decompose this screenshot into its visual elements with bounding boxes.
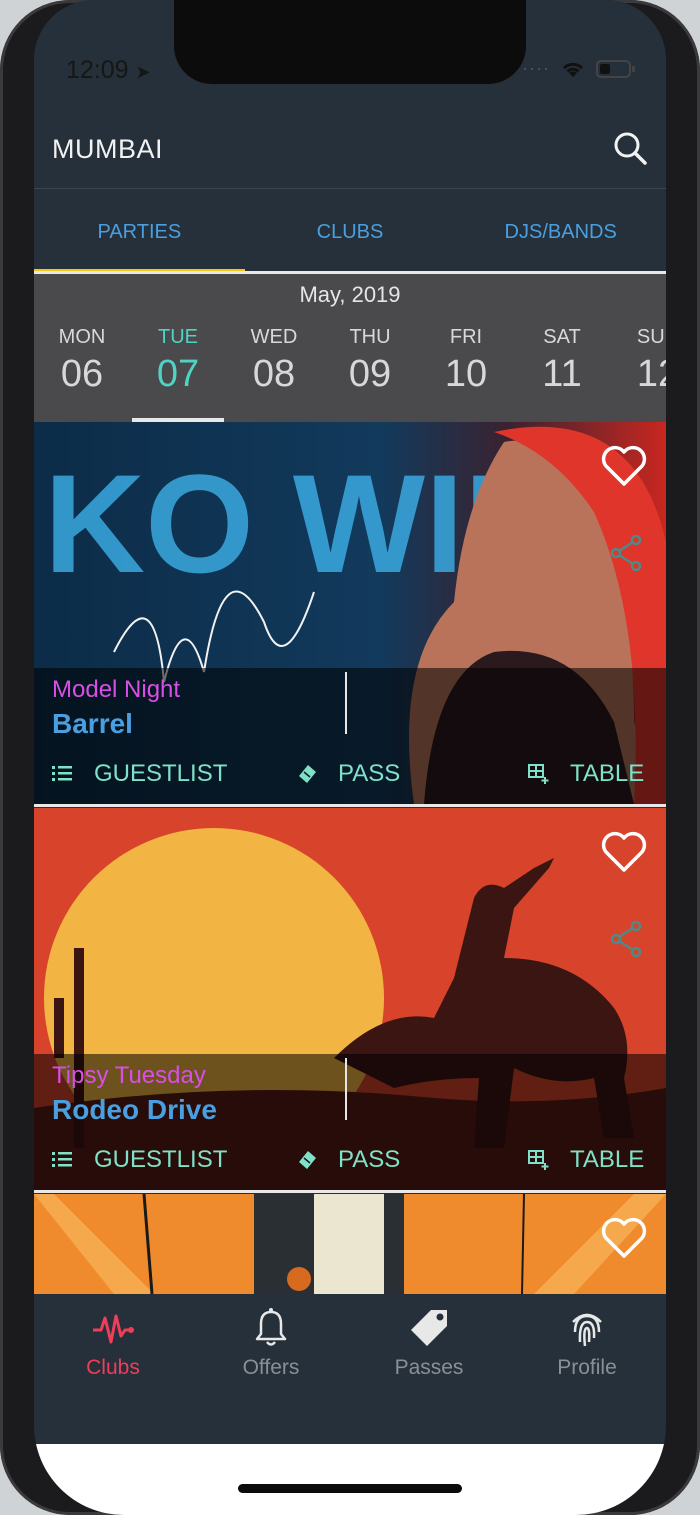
device-notch — [174, 0, 526, 84]
day-name: MON — [58, 326, 106, 348]
event-info: Model Night Barrel GUESTLIST PASS TABLE — [34, 668, 666, 804]
day-thu[interactable]: THU 09 — [322, 326, 418, 422]
nav-profile[interactable]: Profile — [508, 1294, 666, 1404]
day-sun[interactable]: SUN 12 — [610, 326, 666, 422]
signal-icon: ···· — [522, 58, 550, 78]
day-name: FRI — [449, 326, 483, 348]
ticket-icon — [299, 1151, 316, 1169]
event-card[interactable] — [34, 1194, 666, 1294]
ticket-icon — [299, 765, 316, 783]
status-time: 12:09 ➤ — [66, 56, 151, 85]
pass-label: PASS — [338, 760, 401, 787]
pulse-icon — [93, 1314, 134, 1344]
day-tue[interactable]: TUE 07 — [130, 326, 226, 422]
status-bar: 12:09 ➤ ···· — [34, 0, 666, 110]
event-poster-image — [34, 1194, 666, 1294]
app-screen: 12:09 ➤ ···· MUMBAI PARTIES CLUBS DJS/BA… — [34, 0, 666, 1515]
party-name: Model Night — [52, 676, 181, 703]
battery-icon — [596, 59, 635, 78]
bell-icon — [255, 1308, 287, 1346]
club-name[interactable]: Barrel — [52, 708, 133, 740]
tag-icon — [411, 1310, 447, 1346]
pass-button[interactable]: PASS — [296, 760, 400, 788]
guestlist-label: GUESTLIST — [94, 1146, 228, 1173]
search-icon[interactable] — [610, 128, 650, 168]
event-info: Tipsy Tuesday Rodeo Drive GUESTLIST PASS… — [34, 1054, 666, 1190]
app-header: MUMBAI — [34, 110, 666, 189]
day-name: SUN — [636, 326, 666, 348]
month-label: May, 2019 — [299, 282, 401, 307]
day-number: 10 — [444, 353, 488, 395]
tab-parties[interactable]: PARTIES — [34, 189, 245, 275]
table-add-icon — [528, 764, 549, 784]
vertical-divider — [345, 1058, 347, 1120]
day-name: TUE — [158, 326, 198, 348]
day-strip: MON 06 TUE 07 WED 08 THU 09 FRI 10 SAT 1… — [34, 326, 666, 422]
heart-icon[interactable] — [600, 1216, 648, 1260]
event-actions: GUESTLIST PASS TABLE — [34, 1146, 666, 1186]
event-card[interactable]: KO WIL Model Night Barrel GUESTLIST PASS… — [34, 422, 666, 804]
card-separator — [34, 804, 666, 807]
day-number: 12 — [636, 353, 666, 395]
day-number: 06 — [60, 353, 104, 395]
category-tabs: PARTIES CLUBS DJS/BANDS — [34, 189, 666, 275]
day-number: 07 — [156, 353, 200, 395]
heart-icon[interactable] — [600, 830, 648, 874]
share-icon[interactable] — [608, 534, 644, 572]
vertical-divider — [345, 672, 347, 734]
city-title[interactable]: MUMBAI — [52, 134, 163, 165]
event-actions: GUESTLIST PASS TABLE — [34, 760, 666, 800]
table-add-icon — [528, 1150, 549, 1170]
home-indicator-area — [34, 1444, 666, 1515]
day-name: SAT — [543, 326, 581, 348]
day-name: THU — [349, 326, 391, 348]
list-icon — [52, 1152, 72, 1167]
day-number: 08 — [252, 353, 296, 395]
party-name: Tipsy Tuesday — [52, 1062, 206, 1089]
home-indicator[interactable] — [238, 1484, 462, 1493]
day-sat[interactable]: SAT 11 — [514, 326, 610, 422]
day-number: 11 — [542, 353, 582, 395]
day-fri[interactable]: FRI 10 — [418, 326, 514, 422]
nav-label: Profile — [557, 1356, 617, 1379]
table-label: TABLE — [570, 760, 645, 787]
day-name: WED — [250, 326, 298, 348]
pass-label: PASS — [338, 1146, 401, 1173]
tab-clubs[interactable]: CLUBS — [245, 189, 456, 275]
card-separator — [34, 1190, 666, 1193]
nav-offers[interactable]: Offers — [192, 1294, 350, 1404]
pass-button[interactable]: PASS — [296, 1146, 400, 1174]
nav-passes[interactable]: Passes — [350, 1294, 508, 1404]
table-button[interactable]: TABLE — [528, 1146, 644, 1174]
status-icons: ···· — [522, 58, 636, 79]
day-number: 09 — [348, 353, 392, 395]
share-icon[interactable] — [608, 920, 644, 958]
table-button[interactable]: TABLE — [528, 760, 644, 788]
club-name[interactable]: Rodeo Drive — [52, 1094, 217, 1126]
day-wed[interactable]: WED 08 — [226, 326, 322, 422]
guestlist-label: GUESTLIST — [94, 760, 228, 787]
tab-djs-bands[interactable]: DJS/BANDS — [455, 189, 666, 275]
event-card[interactable]: Tipsy Tuesday Rodeo Drive GUESTLIST PASS… — [34, 808, 666, 1190]
status-time-text: 12:09 — [66, 56, 129, 84]
nav-label: Offers — [242, 1356, 300, 1379]
guestlist-button[interactable]: GUESTLIST — [52, 760, 227, 788]
day-mon[interactable]: MON 06 — [34, 326, 130, 422]
wifi-icon — [562, 62, 584, 77]
date-picker: May, 2019 MON 06 TUE 07 WED 08 THU 09 FR… — [34, 274, 666, 422]
guestlist-button[interactable]: GUESTLIST — [52, 1146, 227, 1174]
heart-icon[interactable] — [600, 444, 648, 488]
nav-label: Clubs — [86, 1356, 140, 1379]
nav-clubs[interactable]: Clubs — [34, 1294, 192, 1404]
bottom-navigation: Clubs Offers Passes Profile — [34, 1294, 666, 1444]
table-label: TABLE — [570, 1146, 645, 1173]
location-arrow-icon: ➤ — [135, 62, 151, 82]
list-icon — [52, 766, 72, 781]
nav-label: Passes — [394, 1356, 464, 1379]
fingerprint-icon — [572, 1313, 602, 1347]
